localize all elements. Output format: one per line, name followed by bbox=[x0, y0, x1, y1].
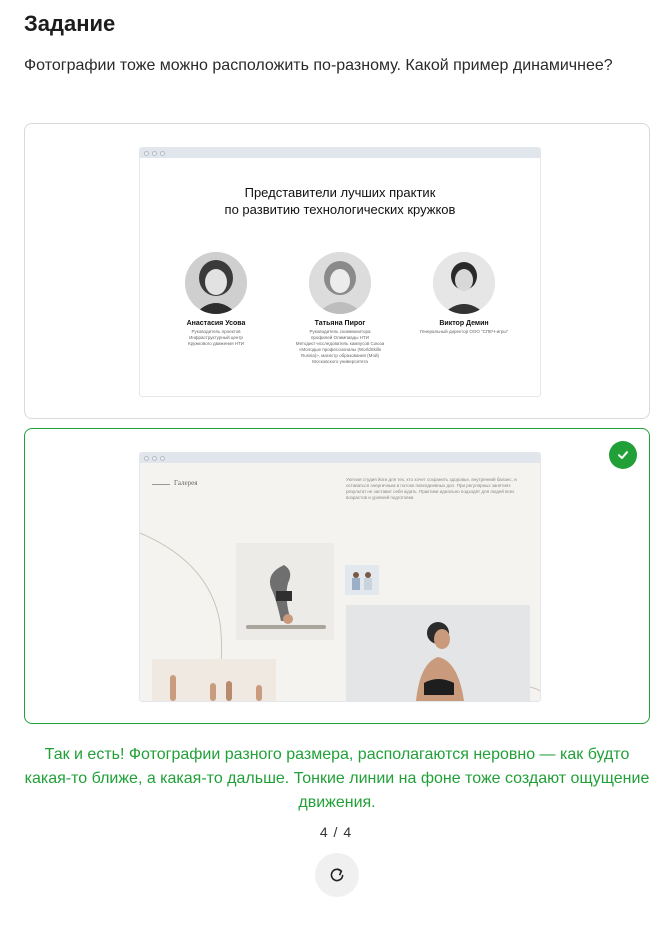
gallery-label: Галерея bbox=[174, 479, 198, 487]
window-dot-icon bbox=[152, 455, 157, 461]
speaker-name: Анастасия Усова bbox=[186, 320, 246, 327]
feedback-text: Так и есть! Фотографии разного размера, … bbox=[24, 746, 650, 811]
mock-heading: Представители лучших практик по развитию… bbox=[140, 184, 540, 218]
mock-page-gallery: Галерея Уютная студия йоги для тех, кто … bbox=[139, 452, 541, 702]
window-dot-icon bbox=[144, 150, 149, 156]
window-dot-icon bbox=[160, 150, 165, 156]
gallery-photo-headstand bbox=[236, 543, 334, 640]
task-question: Фотографии тоже можно расположить по-раз… bbox=[24, 57, 613, 74]
reset-button[interactable] bbox=[315, 853, 359, 897]
mock-page-speakers: Представители лучших практик по развитию… bbox=[139, 147, 541, 397]
speaker-card: Виктор Демин Генеральный директор ООО "С… bbox=[404, 252, 524, 335]
mock-heading-line: по развитию технологических кружков bbox=[224, 202, 456, 217]
refresh-icon bbox=[330, 868, 344, 882]
mock-browser-bar bbox=[140, 148, 540, 158]
speaker-card: Татьяна Пирог Руководитель скоммюнитора … bbox=[280, 252, 400, 365]
gallery-description: Уютная студия йоги для тех, кто хочет со… bbox=[346, 477, 517, 500]
speaker-photo bbox=[309, 252, 371, 314]
speaker-photo bbox=[185, 252, 247, 314]
mock-browser-bar bbox=[140, 453, 540, 463]
speaker-photo bbox=[433, 252, 495, 314]
gallery-photo-portrait bbox=[346, 605, 530, 701]
window-dot-icon bbox=[144, 455, 149, 461]
selected-check-badge bbox=[609, 441, 637, 469]
speaker-description: Руководитель проектов Инфраструктурный ц… bbox=[187, 329, 244, 346]
speaker-name: Татьяна Пирог bbox=[314, 320, 366, 327]
speaker-name: Виктор Демин bbox=[439, 320, 489, 327]
speaker-description: Руководитель скоммюнитора профилей Олимп… bbox=[295, 329, 385, 364]
window-dot-icon bbox=[152, 150, 157, 156]
gallery-photo-small bbox=[345, 565, 379, 595]
speaker-description: Генеральный директор ООО "СПЕЧ-игры" bbox=[419, 329, 509, 334]
answer-option-a[interactable]: Представители лучших практик по развитию… bbox=[24, 123, 650, 419]
task-page: Задание Фотографии тоже можно расположит… bbox=[0, 0, 672, 925]
window-dot-icon bbox=[160, 455, 165, 461]
task-title: Задание bbox=[24, 11, 116, 36]
gallery-label-line bbox=[152, 484, 170, 485]
gallery-photo-hands bbox=[152, 659, 276, 701]
check-icon bbox=[618, 451, 628, 459]
mock-heading-line: Представители лучших практик bbox=[244, 185, 436, 200]
answer-option-b[interactable]: Галерея Уютная студия йоги для тех, кто … bbox=[24, 428, 650, 724]
progress-counter: 4 / 4 bbox=[319, 824, 353, 840]
speaker-card: Анастасия Усова Руководитель проектов Ин… bbox=[156, 252, 276, 347]
